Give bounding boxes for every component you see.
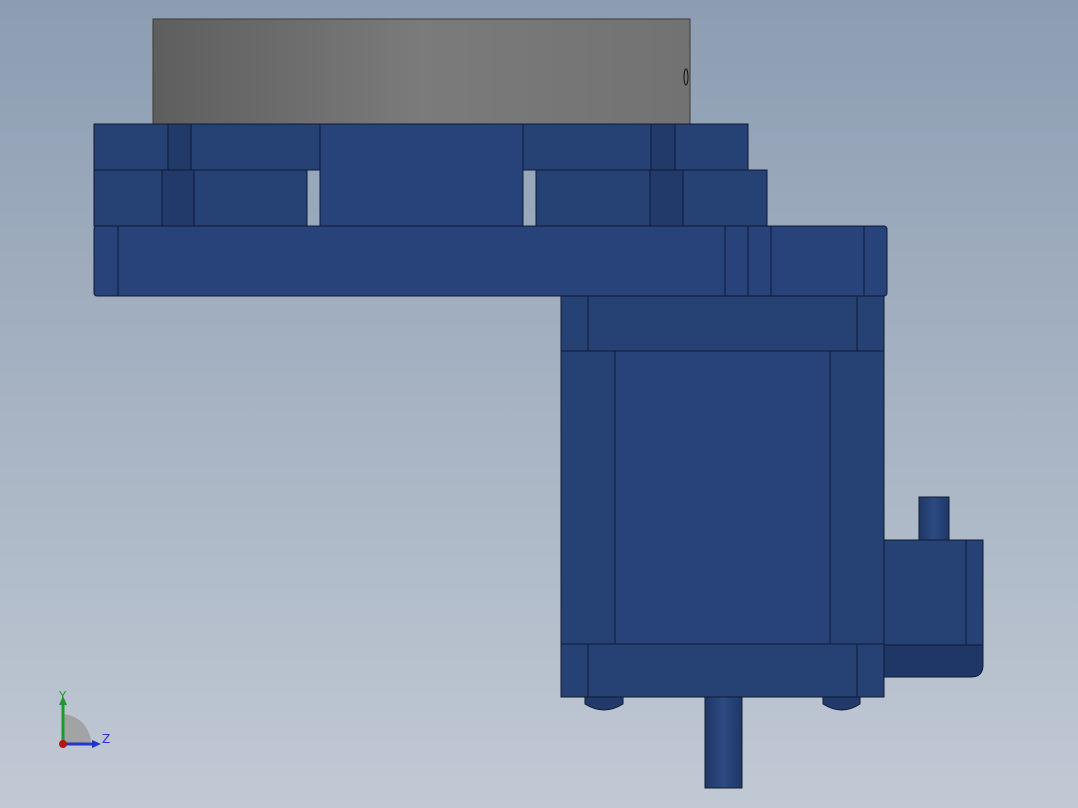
flange-block[interactable]: [522, 123, 652, 171]
output-shaft[interactable]: [704, 696, 743, 789]
connector-base[interactable]: [883, 644, 984, 678]
gearbox-assembly[interactable]: [93, 18, 984, 789]
triad-plane-shade: [63, 714, 91, 744]
top-plate[interactable]: [152, 18, 691, 126]
flange-block[interactable]: [193, 169, 308, 227]
flange-block[interactable]: [682, 169, 768, 227]
triad-y-label: Y: [59, 689, 67, 703]
flange-block[interactable]: [167, 123, 192, 171]
flange-block[interactable]: [93, 123, 169, 171]
motor-rear-flange[interactable]: [560, 643, 885, 698]
flange-block[interactable]: [535, 169, 651, 227]
motor-face[interactable]: [614, 350, 831, 645]
model-view[interactable]: [0, 0, 1078, 808]
flange-block[interactable]: [161, 169, 195, 227]
flange-block[interactable]: [190, 123, 321, 171]
triad-z-label: Z: [102, 732, 111, 746]
flange-block[interactable]: [650, 123, 676, 171]
z-axis-arrow: [92, 740, 101, 748]
screw-head[interactable]: [822, 696, 861, 711]
flange-block[interactable]: [649, 169, 684, 227]
flange-center[interactable]: [319, 123, 524, 227]
cad-viewport[interactable]: Y Z: [0, 0, 1078, 808]
flange-block[interactable]: [674, 123, 749, 171]
screw-head[interactable]: [584, 696, 624, 711]
connector-pin[interactable]: [918, 496, 950, 541]
main-arm[interactable]: [93, 225, 888, 297]
motor-front-flange[interactable]: [560, 295, 885, 352]
connector-box[interactable]: [883, 539, 984, 646]
x-axis-origin: [59, 740, 67, 748]
flange-block[interactable]: [93, 169, 163, 227]
